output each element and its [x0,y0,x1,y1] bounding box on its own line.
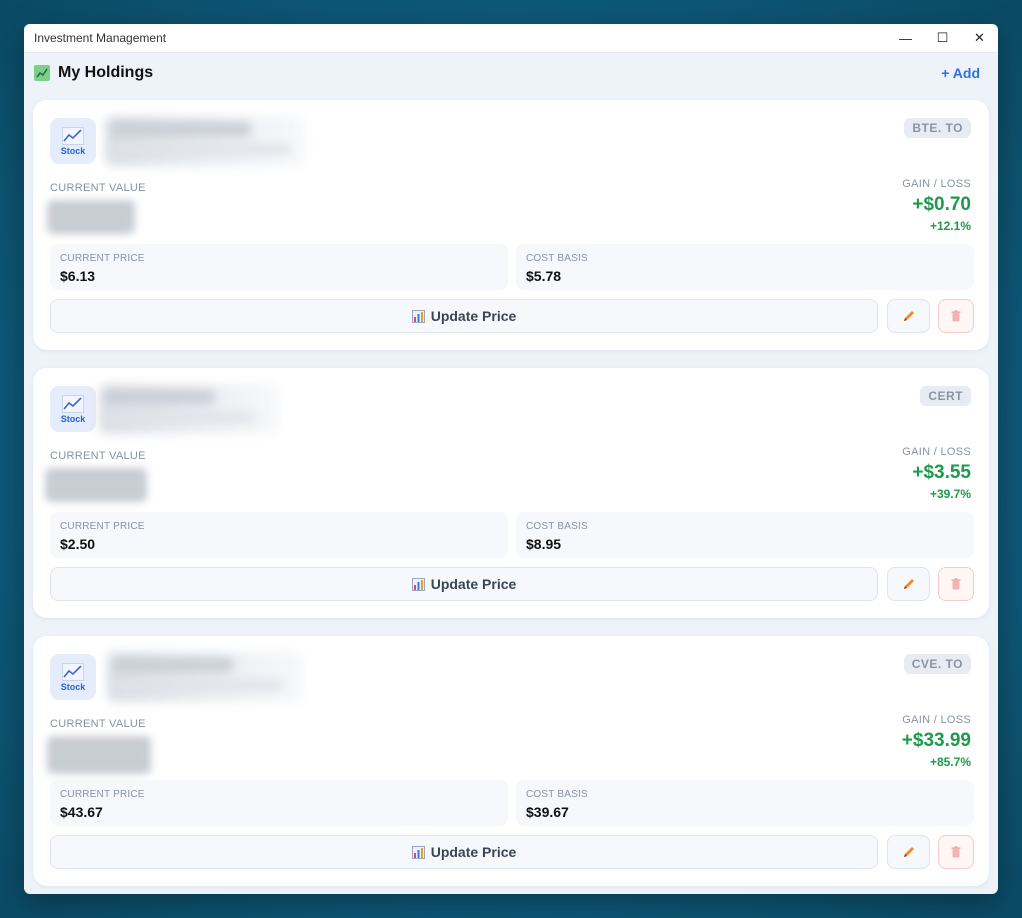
pencil-icon [903,311,914,321]
current-price-box: CURRENT PRICE $2.50 [50,512,508,558]
pencil-icon [903,579,914,589]
gain-percent: +12.1% [929,219,971,233]
gain-loss-block: GAIN / LOSS +$33.99 +85.7% [902,714,971,769]
edit-button[interactable] [887,567,930,601]
gain-amount: +$3.55 [912,462,971,483]
close-icon[interactable]: ✕ [961,24,998,52]
gain-percent: +85.7% [929,755,971,769]
cost-basis-label: COST BASIS [526,521,588,532]
cost-basis-value: $39.67 [526,804,569,820]
holding-name-redacted [107,652,303,702]
stock-type-badge: Stock [50,386,96,432]
app-window: Investment Management — ☐ ✕ My Holdings … [24,24,998,894]
cost-basis-label: COST BASIS [526,253,588,264]
gain-loss-block: GAIN / LOSS +$0.70 +12.1% [902,178,971,233]
window-title: Investment Management [34,31,167,45]
chart-logo-icon [34,65,50,81]
current-price-label: CURRENT PRICE [60,253,145,264]
update-price-button[interactable]: Update Price [50,567,878,601]
holding-name-redacted [105,116,305,166]
chart-line-icon [62,662,84,681]
type-label: Stock [60,145,86,156]
holding-card: Stock BTE. TO CURRENT VALUE GAIN / LOSS … [33,100,989,350]
trash-icon [951,578,961,590]
title-bar: Investment Management — ☐ ✕ [24,24,998,53]
holding-card: Stock CVE. TO CURRENT VALUE GAIN / LOSS … [33,636,989,886]
current-value-label: CURRENT VALUE [50,182,146,194]
current-value-redacted [47,736,151,774]
current-price-box: CURRENT PRICE $6.13 [50,244,508,290]
current-value-redacted [45,468,147,502]
type-label: Stock [60,681,86,692]
cost-basis-box: COST BASIS $8.95 [516,512,974,558]
cost-basis-value: $5.78 [526,268,562,284]
page-header: My Holdings + Add [24,53,998,93]
gain-loss-label: GAIN / LOSS [902,446,971,458]
gain-loss-label: GAIN / LOSS [902,714,971,726]
type-label: Stock [60,413,86,424]
cost-basis-label: COST BASIS [526,789,588,800]
trash-icon [951,310,961,322]
cost-basis-box: COST BASIS $39.67 [516,780,974,826]
gain-amount: +$33.99 [901,730,971,751]
current-price-label: CURRENT PRICE [60,789,145,800]
pencil-icon [903,847,914,857]
bar-chart-icon [411,309,425,323]
minimize-icon[interactable]: — [887,24,924,52]
current-price-label: CURRENT PRICE [60,521,145,532]
edit-button[interactable] [887,835,930,869]
gain-loss-label: GAIN / LOSS [902,178,971,190]
gain-amount: +$0.70 [912,194,971,215]
current-price-value: $6.13 [60,268,96,284]
cost-basis-box: COST BASIS $5.78 [516,244,974,290]
update-price-button[interactable]: Update Price [50,299,878,333]
maximize-icon[interactable]: ☐ [924,24,961,52]
current-price-value: $43.67 [60,804,103,820]
ticker-badge: CVE. TO [903,654,971,674]
cost-basis-value: $8.95 [526,536,562,552]
ticker-badge: CERT [920,386,971,406]
holding-name-redacted [99,384,279,434]
current-value-label: CURRENT VALUE [50,718,146,730]
edit-button[interactable] [887,299,930,333]
add-holding-button[interactable]: + Add [941,65,988,81]
gain-percent: +39.7% [929,487,971,501]
current-price-box: CURRENT PRICE $43.67 [50,780,508,826]
delete-button[interactable] [938,299,974,333]
update-price-label: Update Price [430,576,517,592]
stock-type-badge: Stock [50,118,96,164]
chart-line-icon [62,126,84,145]
delete-button[interactable] [938,567,974,601]
bar-chart-icon [411,577,425,591]
ticker-badge: BTE. TO [904,118,971,138]
delete-button[interactable] [938,835,974,869]
trash-icon [951,846,961,858]
stock-type-badge: Stock [50,654,96,700]
gain-loss-block: GAIN / LOSS +$3.55 +39.7% [902,446,971,501]
update-price-button[interactable]: Update Price [50,835,878,869]
page-title: My Holdings [58,64,154,81]
chart-line-icon [62,394,84,413]
bar-chart-icon [411,845,425,859]
update-price-label: Update Price [430,308,517,324]
holding-card: Stock CERT CURRENT VALUE GAIN / LOSS +$3… [33,368,989,618]
current-value-label: CURRENT VALUE [50,450,146,462]
current-value-redacted [47,200,135,234]
current-price-value: $2.50 [60,536,96,552]
update-price-label: Update Price [430,844,517,860]
